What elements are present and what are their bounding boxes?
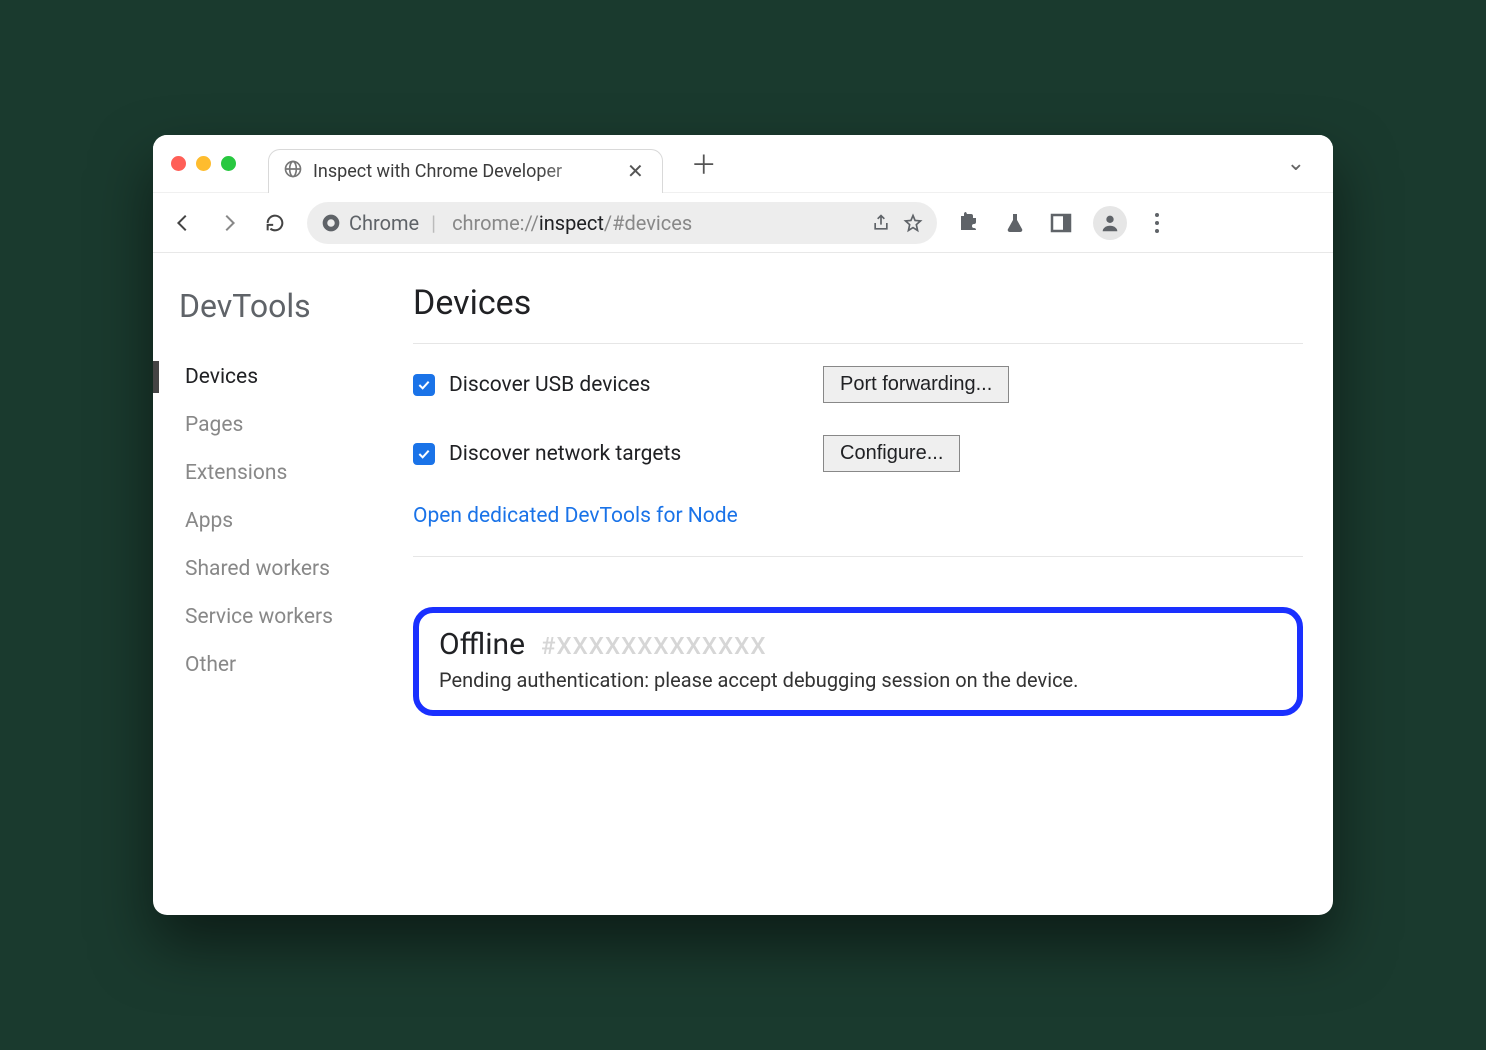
site-chip-label: Chrome xyxy=(349,211,419,235)
titlebar: Inspect with Chrome Developer ✕ ＋ ⌄ xyxy=(153,135,1333,193)
device-id-hash: #XXXXXXXXXXXXX xyxy=(541,632,766,660)
sidebar-item-shared-workers[interactable]: Shared workers xyxy=(173,545,403,593)
discover-usb-label: Discover USB devices xyxy=(449,373,809,397)
sidebar-item-apps[interactable]: Apps xyxy=(173,497,403,545)
sidebar-item-other[interactable]: Other xyxy=(173,641,403,689)
main-panel: Devices Discover USB devices Port forwar… xyxy=(403,277,1303,885)
labs-icon[interactable] xyxy=(1001,211,1029,235)
sidebar: DevTools Devices Pages Extensions Apps S… xyxy=(153,277,403,885)
toolbar: Chrome | chrome://inspect/#devices xyxy=(153,193,1333,253)
configure-button[interactable]: Configure... xyxy=(823,435,960,472)
sidebar-item-pages[interactable]: Pages xyxy=(173,401,403,449)
tab-title: Inspect with Chrome Developer xyxy=(313,161,613,182)
discover-network-checkbox[interactable] xyxy=(413,443,435,465)
traffic-lights xyxy=(171,156,236,171)
share-icon[interactable] xyxy=(871,213,891,233)
reload-button[interactable] xyxy=(261,209,289,237)
bookmark-star-icon[interactable] xyxy=(903,213,923,233)
divider xyxy=(413,556,1303,557)
close-window-button[interactable] xyxy=(171,156,186,171)
sidebar-item-devices[interactable]: Devices xyxy=(173,353,403,401)
pending-auth-message: Pending authentication: please accept de… xyxy=(439,668,1277,692)
tabs-dropdown-icon[interactable]: ⌄ xyxy=(1287,151,1305,176)
sidebar-title: DevTools xyxy=(173,287,403,325)
sidebar-item-extensions[interactable]: Extensions xyxy=(173,449,403,497)
back-button[interactable] xyxy=(169,209,197,237)
globe-icon xyxy=(283,159,303,183)
divider xyxy=(413,343,1303,344)
port-forwarding-button[interactable]: Port forwarding... xyxy=(823,366,1009,403)
discover-network-label: Discover network targets xyxy=(449,442,809,466)
menu-button[interactable] xyxy=(1145,213,1169,233)
close-tab-button[interactable]: ✕ xyxy=(623,159,648,183)
browser-tab[interactable]: Inspect with Chrome Developer ✕ xyxy=(268,149,663,193)
address-bar[interactable]: Chrome | chrome://inspect/#devices xyxy=(307,202,937,244)
discover-network-row: Discover network targets Configure... xyxy=(413,435,1303,472)
browser-window: Inspect with Chrome Developer ✕ ＋ ⌄ Chro… xyxy=(153,135,1333,915)
url-text: chrome://inspect/#devices xyxy=(452,211,692,235)
discover-usb-row: Discover USB devices Port forwarding... xyxy=(413,366,1303,403)
sidebar-item-service-workers[interactable]: Service workers xyxy=(173,593,403,641)
side-panel-icon[interactable] xyxy=(1047,211,1075,235)
minimize-window-button[interactable] xyxy=(196,156,211,171)
profile-avatar[interactable] xyxy=(1093,206,1127,240)
page-content: DevTools Devices Pages Extensions Apps S… xyxy=(153,253,1333,915)
forward-button[interactable] xyxy=(215,209,243,237)
offline-device-callout: Offline #XXXXXXXXXXXXX Pending authentic… xyxy=(413,607,1303,716)
discover-usb-checkbox[interactable] xyxy=(413,374,435,396)
offline-status-label: Offline xyxy=(439,627,525,662)
new-tab-button[interactable]: ＋ xyxy=(691,145,717,182)
extensions-icon[interactable] xyxy=(955,211,983,235)
page-title: Devices xyxy=(413,283,1303,323)
maximize-window-button[interactable] xyxy=(221,156,236,171)
node-devtools-link[interactable]: Open dedicated DevTools for Node xyxy=(413,504,738,528)
site-chip: Chrome | xyxy=(321,211,440,235)
